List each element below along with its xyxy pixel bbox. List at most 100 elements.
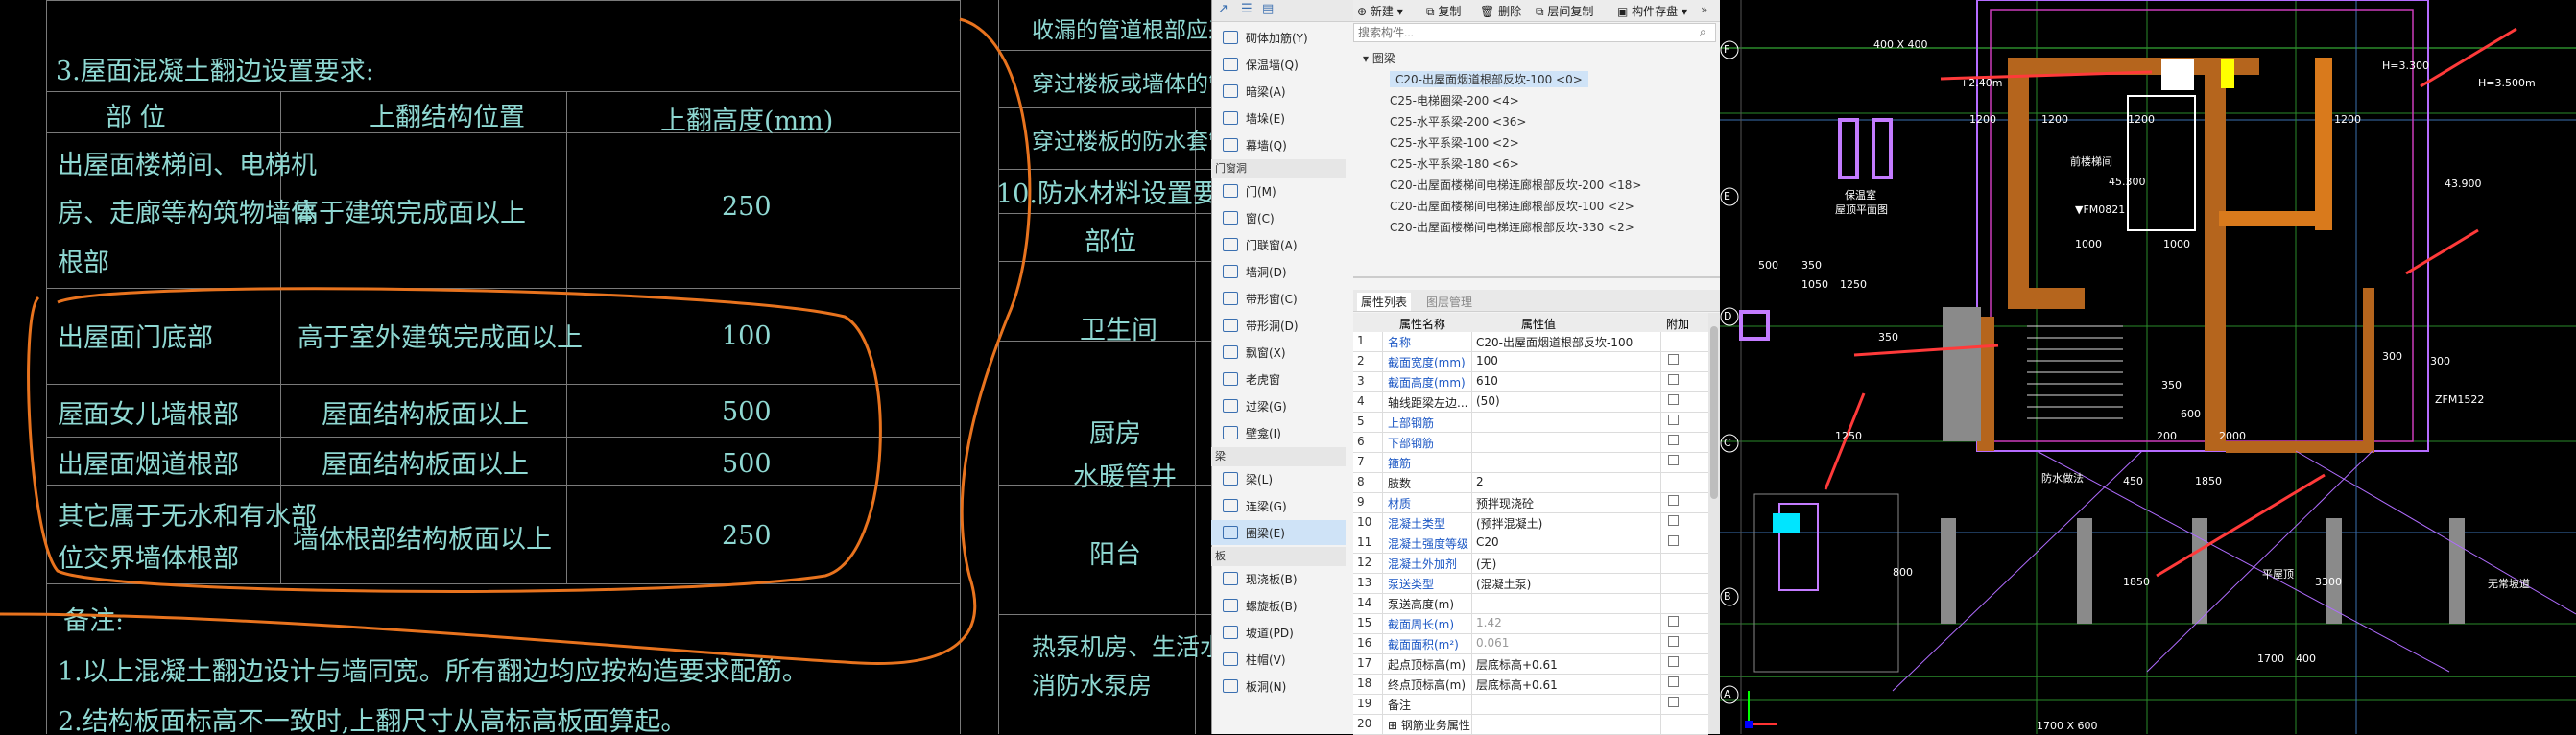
- prop-value[interactable]: (预拌混凝土): [1476, 515, 1542, 532]
- prop-checkbox[interactable]: [1668, 697, 1679, 707]
- new-button[interactable]: ⊕ 新建 ▾: [1357, 3, 1403, 19]
- nav-item[interactable]: 暗梁(A): [1211, 79, 1346, 104]
- tree-item[interactable]: C25-水平系梁-100 <2>: [1390, 134, 1519, 151]
- nav-item[interactable]: 带形窗(C): [1211, 286, 1346, 311]
- prop-value[interactable]: 0.061: [1476, 636, 1509, 650]
- tree-item[interactable]: C25-电梯圈梁-200 <4>: [1390, 92, 1519, 108]
- nav-item[interactable]: 壁龛(I): [1211, 420, 1346, 445]
- nav-item[interactable]: 梁(L): [1211, 466, 1346, 491]
- nav-item[interactable]: 墙垛(E): [1211, 106, 1346, 130]
- prop-checkbox[interactable]: [1668, 656, 1679, 667]
- floor-copy-button[interactable]: ⧉ 层间复制: [1536, 3, 1593, 19]
- prop-checkbox[interactable]: [1668, 435, 1679, 445]
- prop-checkbox[interactable]: [1668, 354, 1679, 365]
- prop-value[interactable]: C20: [1476, 535, 1499, 549]
- nav-item[interactable]: 砌体加筋(Y): [1211, 25, 1346, 50]
- cad-plan-view[interactable]: F E D C B A 400 X 400 +2.40m H=3.500m H=3.3…: [1720, 0, 2576, 734]
- nav-item[interactable]: 幕墙(Q): [1211, 132, 1346, 157]
- nav-item[interactable]: 螺旋板(B): [1211, 593, 1346, 618]
- nav-item[interactable]: 现浇板(B): [1211, 566, 1346, 591]
- nav-item[interactable]: 窗(C): [1211, 205, 1346, 230]
- prop-row[interactable]: 6 下部钢筋: [1353, 433, 1708, 453]
- prop-value[interactable]: 预拌现浇砼: [1476, 495, 1534, 511]
- tree-item[interactable]: C20-出屋面烟道根部反坎-100 <0>: [1390, 71, 1588, 87]
- prop-checkbox[interactable]: [1668, 495, 1679, 506]
- nav-item[interactable]: 带形洞(D): [1211, 313, 1346, 338]
- prop-row[interactable]: 13 泵送类型 (混凝土泵): [1353, 574, 1708, 594]
- prop-value[interactable]: C20-出屋面烟道根部反坎-100: [1476, 334, 1633, 350]
- arrow-icon[interactable]: ↗: [1218, 2, 1228, 16]
- prop-checkbox[interactable]: [1668, 374, 1679, 385]
- prop-checkbox[interactable]: [1668, 394, 1679, 405]
- delete-button[interactable]: 🗑 删除: [1480, 3, 1521, 19]
- list-view-icon[interactable]: ☰: [1241, 2, 1252, 16]
- detail-view-icon[interactable]: ▤: [1262, 2, 1274, 16]
- tree-item[interactable]: C25-水平系梁-180 <6>: [1390, 155, 1519, 172]
- prop-value[interactable]: 100: [1476, 354, 1498, 368]
- prop-row[interactable]: 5 上部钢筋: [1353, 413, 1708, 433]
- nav-group-header: 梁: [1211, 447, 1346, 466]
- prop-row[interactable]: 11 混凝土强度等级 C20: [1353, 533, 1708, 554]
- search-icon[interactable]: ⌕: [1700, 25, 1706, 39]
- prop-value[interactable]: (无): [1476, 556, 1496, 572]
- prop-row[interactable]: 17 起点顶标高(m) 层底标高+0.61: [1353, 654, 1708, 675]
- tab-layers[interactable]: 图层管理: [1422, 293, 1476, 311]
- prop-checkbox[interactable]: [1668, 616, 1679, 627]
- save-component-button[interactable]: ▣ 构件存盘 ▾: [1617, 3, 1687, 19]
- prop-checkbox[interactable]: [1668, 676, 1679, 687]
- nav-item[interactable]: 老虎窗: [1211, 367, 1346, 391]
- nav-item[interactable]: 门(M): [1211, 178, 1346, 203]
- prop-row[interactable]: 8 肢数 2: [1353, 473, 1708, 493]
- nav-item[interactable]: 飘窗(X): [1211, 340, 1346, 365]
- prop-row[interactable]: 9 材质 预拌现浇砼: [1353, 493, 1708, 513]
- prop-row[interactable]: 1 名称 C20-出屋面烟道根部反坎-100: [1353, 332, 1708, 352]
- tree-item[interactable]: C20-出屋面楼梯间电梯连廊根部反坎-200 <18>: [1390, 177, 1641, 193]
- prop-row[interactable]: 14 泵送高度(m): [1353, 594, 1708, 614]
- tree-item[interactable]: C20-出屋面楼梯间电梯连廊根部反坎-330 <2>: [1390, 219, 1634, 235]
- nav-item[interactable]: 连梁(G): [1211, 493, 1346, 518]
- prop-row[interactable]: 2 截面宽度(mm) 100: [1353, 352, 1708, 372]
- nav-item[interactable]: 圈梁(E): [1211, 520, 1346, 545]
- prop-row[interactable]: 4 轴线距梁左边... (50): [1353, 392, 1708, 413]
- prop-row[interactable]: 19 备注: [1353, 695, 1708, 715]
- cad-table-view[interactable]: 3.屋面混凝土翻边设置要求: 部 位 上翻结构位置 上翻高度(mm) 出屋面楼梯…: [0, 0, 1211, 734]
- prop-value[interactable]: 层底标高+0.61: [1476, 656, 1558, 673]
- prop-row[interactable]: 20 ⊞ 钢筋业务属性: [1353, 715, 1708, 735]
- prop-value[interactable]: 1.42: [1476, 616, 1502, 629]
- prop-row[interactable]: 12 混凝土外加剂 (无): [1353, 554, 1708, 574]
- nav-item[interactable]: 坡道(PD): [1211, 620, 1346, 645]
- plan-label: 1200: [2334, 113, 2361, 126]
- prop-checkbox[interactable]: [1668, 636, 1679, 647]
- nav-item[interactable]: 板洞(N): [1211, 674, 1346, 699]
- nav-item-label: 幕墙(Q): [1246, 138, 1287, 153]
- nav-item[interactable]: 墙洞(D): [1211, 259, 1346, 284]
- prop-value[interactable]: (50): [1476, 394, 1500, 408]
- prop-scrollbar[interactable]: [1708, 313, 1720, 734]
- copy-button[interactable]: ⧉ 复制: [1426, 3, 1461, 19]
- nav-item[interactable]: 门联窗(A): [1211, 232, 1346, 257]
- prop-row[interactable]: 18 终点顶标高(m) 层底标高+0.61: [1353, 675, 1708, 695]
- prop-checkbox[interactable]: [1668, 535, 1679, 546]
- tree-root[interactable]: ▾ 圈梁: [1363, 50, 1395, 66]
- prop-value[interactable]: 2: [1476, 475, 1484, 488]
- tree-item[interactable]: C20-出屋面楼梯间电梯连廊根部反坎-100 <2>: [1390, 198, 1634, 214]
- search-input[interactable]: [1353, 23, 1716, 42]
- prop-row[interactable]: 7 箍筋: [1353, 453, 1708, 473]
- tree-item[interactable]: C25-水平系梁-200 <36>: [1390, 113, 1526, 130]
- more-icon[interactable]: »: [1701, 3, 1707, 16]
- prop-checkbox[interactable]: [1668, 515, 1679, 526]
- nav-item[interactable]: 过梁(G): [1211, 393, 1346, 418]
- prop-value[interactable]: 610: [1476, 374, 1498, 388]
- prop-row[interactable]: 3 截面高度(mm) 610: [1353, 372, 1708, 392]
- prop-value[interactable]: 层底标高+0.61: [1476, 676, 1558, 693]
- tab-properties[interactable]: 属性列表: [1357, 293, 1412, 311]
- prop-checkbox[interactable]: [1668, 415, 1679, 425]
- prop-row[interactable]: 10 混凝土类型 (预拌混凝土): [1353, 513, 1708, 533]
- prop-value[interactable]: (混凝土泵): [1476, 576, 1531, 592]
- prop-row[interactable]: 15 截面周长(m) 1.42: [1353, 614, 1708, 634]
- prop-row[interactable]: 16 截面面积(m²) 0.061: [1353, 634, 1708, 654]
- splitter[interactable]: [1353, 276, 1720, 278]
- nav-item[interactable]: 保温墙(Q): [1211, 52, 1346, 77]
- nav-item[interactable]: 柱帽(V): [1211, 647, 1346, 672]
- prop-checkbox[interactable]: [1668, 455, 1679, 465]
